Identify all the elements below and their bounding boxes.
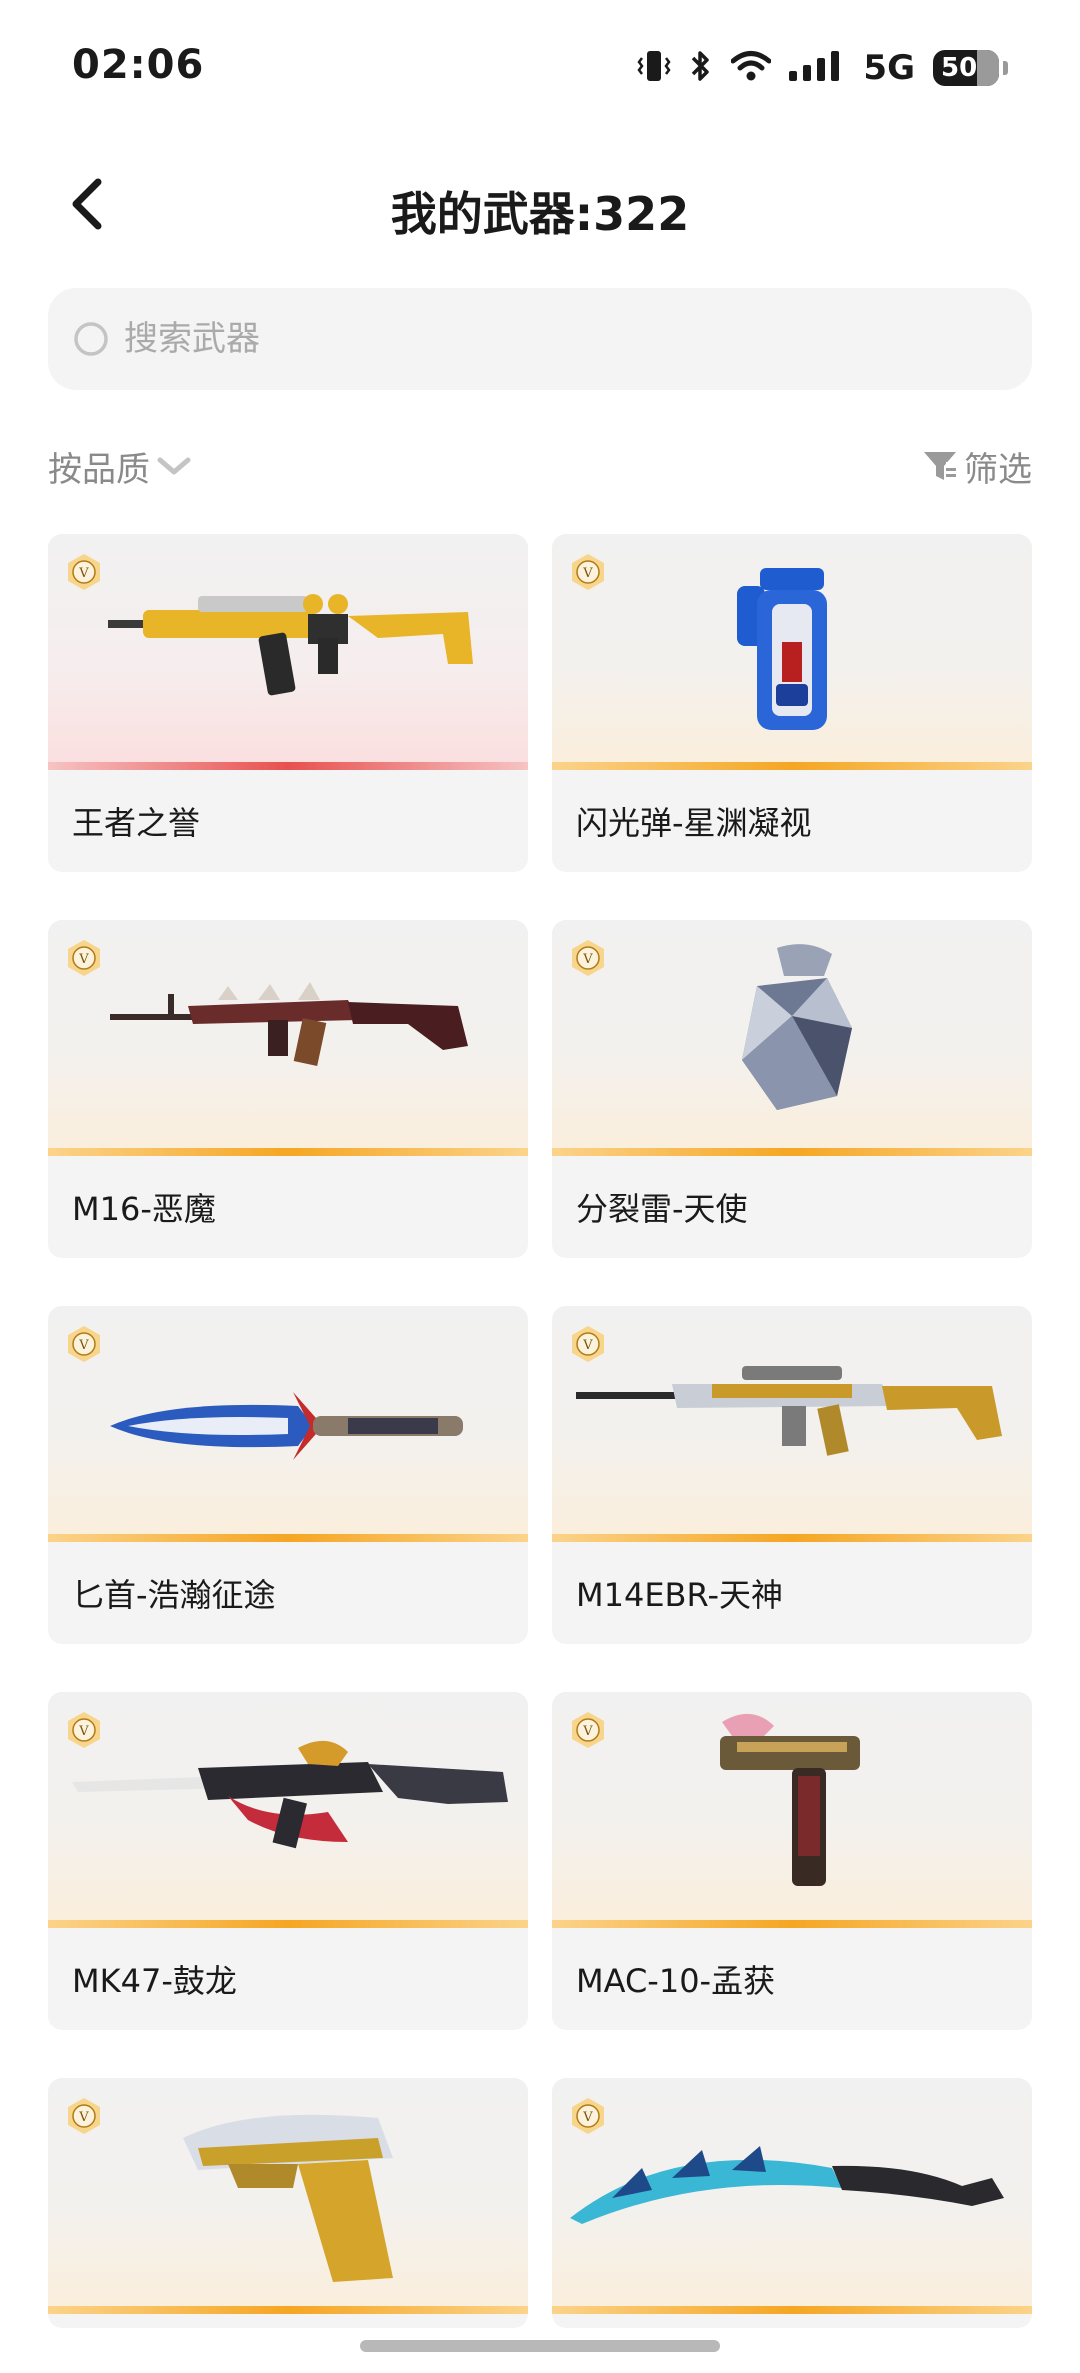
weapon-image: V <box>552 2078 1032 2314</box>
weapon-name: MK47-鼓龙 <box>72 1962 237 2000</box>
sort-by-quality-dropdown[interactable]: 按品质 <box>48 440 192 492</box>
weapon-image: V <box>552 1306 1032 1542</box>
rifle-dragon-icon <box>72 1740 508 1849</box>
smg-icon <box>720 1713 860 1886</box>
filter-label: 筛选 <box>964 449 1032 490</box>
weapon-image: V <box>48 1306 528 1542</box>
wifi-icon <box>730 50 772 86</box>
weapon-card[interactable]: V MK47-鼓龙 <box>48 1692 528 2030</box>
weapon-image: V <box>552 534 1032 770</box>
weapon-card[interactable]: V MAC-10-孟获 <box>552 1692 1032 2030</box>
weapon-name: 闪光弹-星渊凝视 <box>576 804 812 842</box>
weapon-name: 分裂雷-天使 <box>576 1190 748 1228</box>
bluetooth-icon <box>689 48 713 88</box>
search-input[interactable] <box>124 319 984 359</box>
page-title: 我的武器:322 <box>390 187 690 241</box>
weapon-name: M14EBR-天神 <box>576 1576 783 1614</box>
filter-button[interactable]: 筛选 <box>922 440 1032 492</box>
sort-label: 按品质 <box>48 449 150 490</box>
weapon-image: V <box>552 920 1032 1156</box>
weapon-image: V <box>48 2078 528 2314</box>
weapon-card[interactable]: V M14EBR-天神 <box>552 1306 1032 1644</box>
weapon-card[interactable]: V 分裂雷-天使 <box>552 920 1032 1258</box>
grenade-icon <box>742 944 852 1110</box>
pistol-dragon-icon <box>183 2114 393 2282</box>
weapon-name: 王者之誉 <box>72 804 201 842</box>
weapon-image: V <box>48 1692 528 1928</box>
weapon-image: V <box>48 534 528 770</box>
vibrate-icon <box>637 48 671 88</box>
weapon-card[interactable]: V 王者之誉 <box>48 534 528 872</box>
chevron-down-icon <box>157 457 191 475</box>
status-time: 02:06 <box>72 42 205 88</box>
network-type: 5G <box>863 48 915 88</box>
weapon-image: V <box>552 1692 1032 1928</box>
signal-icon <box>789 49 845 87</box>
weapon-card[interactable]: V <box>552 2078 1032 2328</box>
header: 我的武器:322 <box>0 150 1080 260</box>
weapon-card[interactable]: V 匕首-浩瀚征途 <box>48 1306 528 1644</box>
battery-icon: 50 <box>933 50 999 86</box>
battery-cap <box>1003 61 1008 75</box>
weapon-name: 匕首-浩瀚征途 <box>72 1576 276 1614</box>
weapon-name: M16-恶魔 <box>72 1190 216 1228</box>
weapon-card[interactable]: V 闪光弹-星渊凝视 <box>552 534 1032 872</box>
weapon-card[interactable]: V <box>48 2078 528 2328</box>
curved-blade-icon <box>570 2146 1004 2224</box>
weapon-name: MAC-10-孟获 <box>576 1962 776 2000</box>
search-icon <box>74 322 108 356</box>
home-indicator[interactable] <box>360 2340 720 2352</box>
flashbang-icon <box>737 568 827 730</box>
sniper-rifle-icon <box>576 1366 1002 1456</box>
dagger-icon <box>110 1392 463 1460</box>
weapon-card[interactable]: V M16-恶魔 <box>48 920 528 1258</box>
rifle-gold-icon <box>108 594 473 696</box>
weapon-image: V <box>48 920 528 1156</box>
weapon-grid: V 王者之誉 V 闪光弹-星渊凝视 V M16-恶魔 V 分裂雷-天使 V 匕首… <box>48 534 1032 2328</box>
rifle-demon-icon <box>110 982 468 1067</box>
funnel-icon <box>924 452 956 480</box>
status-icons: 5G 50 <box>637 46 1008 90</box>
status-bar: 02:06 5G 50 <box>0 0 1080 140</box>
search-box[interactable] <box>48 288 1032 390</box>
